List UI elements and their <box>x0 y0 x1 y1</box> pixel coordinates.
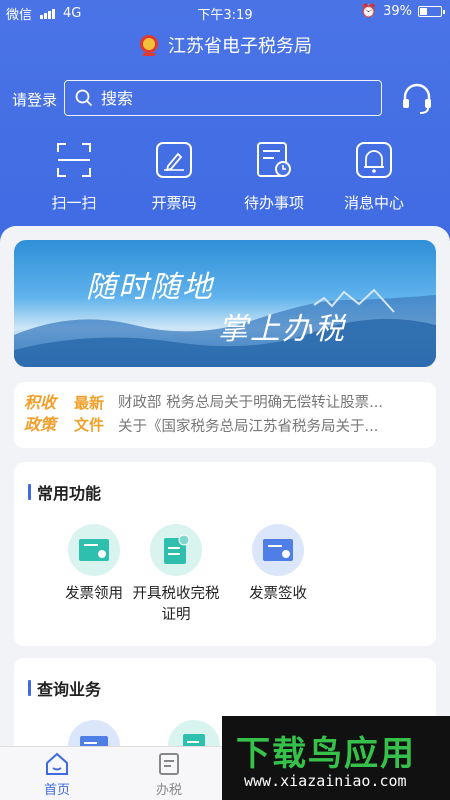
tax-certificate-icon <box>164 534 190 564</box>
header-background: 微信 4G 下午3:19 ⏰ 39% 江苏省电子税务局 请登录 搜索 扫一扫 开… <box>0 0 450 262</box>
tax-certificate-button[interactable]: 开具税收完税证明 <box>128 524 224 626</box>
policy-badge: 积收 政策 <box>24 392 64 436</box>
app-titlebar: 江苏省电子税务局 <box>0 30 450 60</box>
quick-invoice-code[interactable]: 开票码 <box>124 140 224 213</box>
login-link[interactable]: 请登录 <box>12 89 57 110</box>
page-title: 江苏省电子税务局 <box>168 36 312 57</box>
todo-icon <box>257 142 291 177</box>
quick-scan[interactable]: 扫一扫 <box>24 140 124 213</box>
home-icon <box>46 752 68 775</box>
bell-icon <box>356 142 392 178</box>
customer-service-icon[interactable] <box>400 82 434 116</box>
banner-line1: 随时随地 <box>86 270 214 305</box>
invoice-sign-icon <box>263 539 293 561</box>
latest-tag: 最新 文件 <box>74 392 104 436</box>
watermark-logo: 下载鸟应用 www.xiazainiao.com <box>222 716 450 800</box>
tab-tax-label: 办税 <box>155 783 182 798</box>
section-title: 常用功能 <box>28 480 101 504</box>
quick-actions: 扫一扫 开票码 待办事项 消息中心 <box>0 140 450 213</box>
news-item[interactable]: 财政部 税务总局关于明确无偿转让股票... <box>118 391 423 415</box>
news-item[interactable]: 关于《国家税务总局江苏省税务局关于... <box>118 415 423 439</box>
quick-invoice-code-label: 开票码 <box>151 194 197 212</box>
invoice-collect-icon <box>79 539 109 561</box>
search-icon <box>75 89 93 107</box>
quick-todo-label: 待办事项 <box>243 194 304 212</box>
banner-line2: 掌上办税 <box>218 312 346 347</box>
alarm-icon: ⏰ <box>360 4 378 19</box>
news-ticker[interactable]: 积收 政策 最新 文件 财政部 税务总局关于明确无偿转让股票... 关于《国家税… <box>14 382 436 448</box>
policy-badge-line1: 积收 <box>24 393 57 412</box>
common-functions-panel: 常用功能 发票领用 开具税收完税证明 发票签收 <box>14 462 436 646</box>
tab-home-label: 首页 <box>43 783 70 798</box>
search-box[interactable] <box>64 80 382 116</box>
policy-badge-line2: 政策 <box>24 415 57 434</box>
tax-certificate-label: 开具税收完税证明 <box>132 586 220 623</box>
invoice-sign-button[interactable]: 发票签收 <box>228 524 328 605</box>
tax-emblem-icon <box>140 35 158 56</box>
watermark-url: www.xiazainiao.com <box>244 772 407 790</box>
latest-tag-line2: 文件 <box>74 416 105 434</box>
invoice-sign-label: 发票签收 <box>249 586 307 602</box>
main-content: 随时随地 掌上办税 积收 政策 最新 文件 财政部 税务总局关于明确无偿转让股票… <box>0 226 450 778</box>
quick-todo[interactable]: 待办事项 <box>224 140 324 213</box>
quick-messages-label: 消息中心 <box>343 194 404 212</box>
watermark-brand: 下载鸟应用 <box>236 734 416 774</box>
tab-tax[interactable]: 办税 <box>124 751 214 798</box>
promo-banner[interactable]: 随时随地 掌上办税 <box>14 240 436 367</box>
battery-label: 39% <box>383 4 412 19</box>
latest-tag-line1: 最新 <box>74 394 105 412</box>
battery-icon <box>418 6 445 17</box>
scan-icon <box>57 143 91 177</box>
section-title: 查询业务 <box>28 676 101 700</box>
search-input[interactable] <box>101 88 351 108</box>
document-icon <box>159 753 179 775</box>
invoice-collect-label: 发票领用 <box>65 586 123 602</box>
tab-home[interactable]: 首页 <box>12 751 102 798</box>
quick-scan-label: 扫一扫 <box>51 194 97 212</box>
quick-messages[interactable]: 消息中心 <box>324 140 424 213</box>
invoice-code-icon <box>156 142 192 178</box>
status-bar: 微信 4G 下午3:19 ⏰ 39% <box>0 0 450 24</box>
